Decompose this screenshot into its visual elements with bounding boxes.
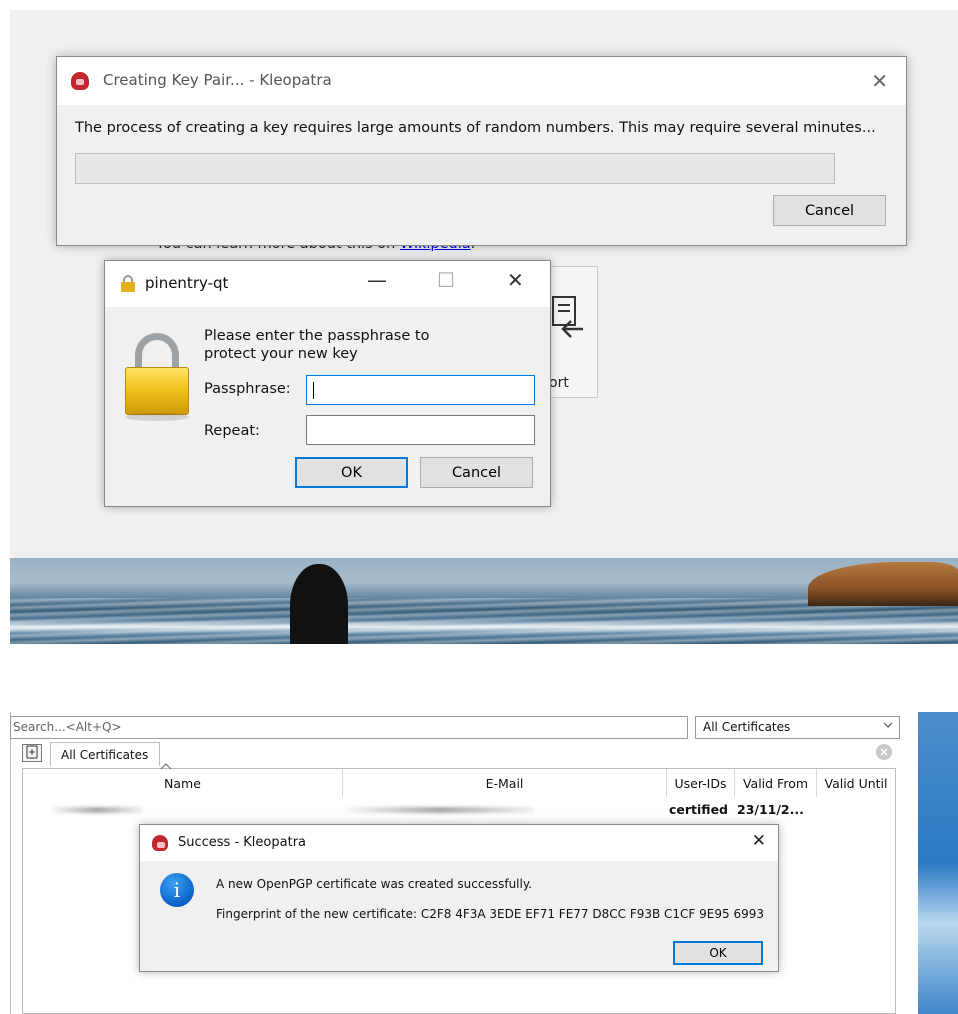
- passphrase-label: Passphrase:: [204, 381, 291, 397]
- dialog-title: pinentry-qt: [145, 274, 229, 292]
- close-icon[interactable]: ✕: [871, 71, 888, 91]
- column-header-email[interactable]: E-Mail: [343, 769, 667, 797]
- table-row[interactable]: certified 23/11/2...: [23, 799, 895, 821]
- tab-all-certificates[interactable]: All Certificates: [50, 742, 160, 766]
- success-dialog: Success - Kleopatra ✕ i A new OpenPGP ce…: [139, 824, 779, 972]
- info-icon: i: [160, 873, 194, 907]
- dialog-titlebar: Success - Kleopatra ✕: [140, 825, 778, 861]
- repeat-input[interactable]: [306, 415, 535, 445]
- padlock-icon: [125, 333, 189, 423]
- fingerprint-text: Fingerprint of the new certificate: C2F8…: [216, 907, 764, 921]
- certificate-filter-select[interactable]: All Certificates: [695, 716, 900, 739]
- progress-bar: [75, 153, 835, 184]
- success-message: A new OpenPGP certificate was created su…: [216, 877, 533, 891]
- chevron-down-icon: [883, 719, 893, 733]
- dialog-title: Creating Key Pair... - Kleopatra: [103, 71, 332, 89]
- column-header-user-ids[interactable]: User-IDs: [667, 769, 735, 797]
- minimize-icon[interactable]: —: [367, 270, 387, 290]
- passphrase-prompt: Please enter the passphrase to protect y…: [204, 328, 430, 362]
- column-header-valid-from[interactable]: Valid From: [735, 769, 817, 797]
- dialog-titlebar: pinentry-qt — ☐ ✕: [105, 261, 550, 307]
- ok-button[interactable]: OK: [673, 941, 763, 965]
- redacted-email: [345, 807, 535, 813]
- search-input[interactable]: Search...<Alt+Q>: [10, 716, 688, 739]
- sort-ascending-icon: [160, 762, 172, 773]
- column-header-name[interactable]: Name: [23, 769, 343, 797]
- user-ids-cell: certified: [669, 802, 729, 817]
- kleopatra-logo-icon: [71, 72, 89, 90]
- import-icon: [549, 295, 585, 352]
- lock-icon: [121, 275, 135, 292]
- progress-message: The process of creating a key requires l…: [75, 120, 876, 136]
- new-tab-icon[interactable]: [22, 744, 42, 762]
- valid-from-cell: 23/11/2...: [737, 802, 804, 817]
- creating-key-pair-dialog: Creating Key Pair... - Kleopatra ✕ The p…: [56, 56, 907, 246]
- dialog-title: Success - Kleopatra: [178, 835, 307, 850]
- maximize-icon[interactable]: ☐: [437, 270, 455, 290]
- dialog-titlebar: Creating Key Pair... - Kleopatra ✕: [57, 57, 906, 105]
- kleopatra-logo-icon: [152, 835, 168, 851]
- desktop-wallpaper: [918, 712, 958, 1014]
- header-photo: [10, 558, 958, 644]
- repeat-label: Repeat:: [204, 423, 260, 439]
- close-icon[interactable]: ✕: [507, 270, 524, 290]
- cancel-button[interactable]: Cancel: [420, 457, 533, 488]
- column-header-valid-until[interactable]: Valid Until: [817, 769, 895, 797]
- import-button-label: ort: [549, 375, 569, 391]
- close-tab-icon[interactable]: [876, 744, 892, 760]
- pinentry-dialog: pinentry-qt — ☐ ✕ Please enter the passp…: [104, 260, 551, 507]
- filter-selected-value: All Certificates: [703, 720, 791, 734]
- close-icon[interactable]: ✕: [752, 833, 766, 850]
- cancel-button[interactable]: Cancel: [773, 195, 886, 226]
- ok-button[interactable]: OK: [295, 457, 408, 488]
- redacted-name: [51, 807, 143, 813]
- passphrase-input[interactable]: [306, 375, 535, 405]
